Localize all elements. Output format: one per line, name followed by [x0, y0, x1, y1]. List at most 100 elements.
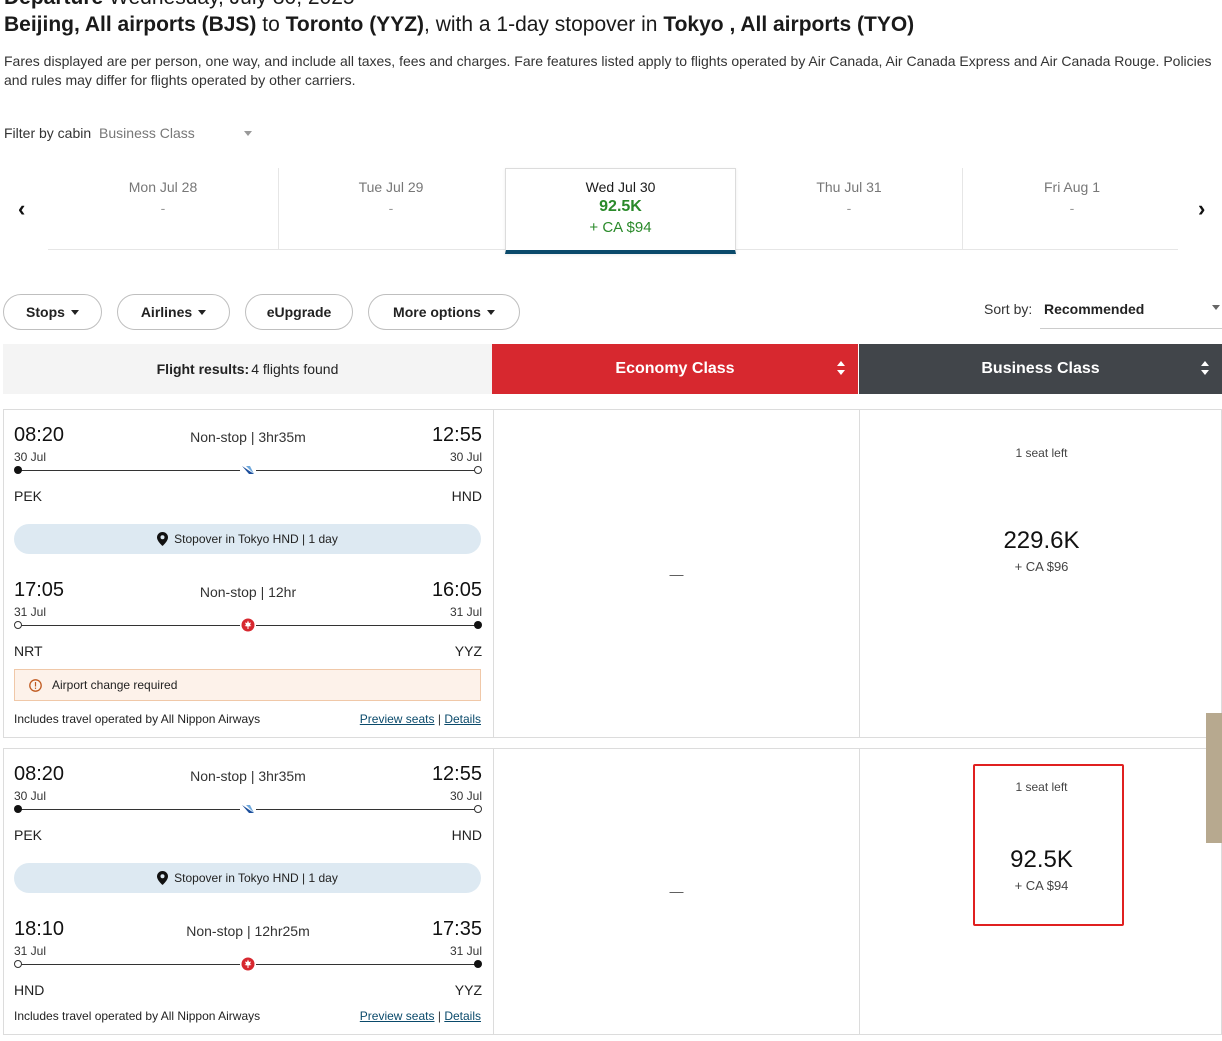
prev-date-chevron-icon[interactable]: ‹ [18, 196, 25, 222]
stopover-text: Stopover in Tokyo HND | 1 day [174, 871, 338, 885]
arrival-airport: HND [451, 488, 482, 504]
date-price: - [160, 200, 166, 216]
flight-segment: 17:05 Non-stop | 12hr 16:05 31 Jul 31 Ju… [14, 579, 482, 671]
business-class-header[interactable]: Business Class [859, 344, 1222, 394]
stops-label: Stops [26, 304, 65, 320]
business-label: Business Class [981, 360, 1100, 377]
alert-text: Airport change required [52, 678, 178, 692]
link-separator: | [437, 1009, 441, 1023]
stopover-text: Stopover in Tokyo HND | 1 day [174, 532, 338, 546]
economy-label: Economy Class [615, 360, 735, 377]
flight-card: 08:20 Non-stop | 3hr35m 12:55 30 Jul 30 … [3, 409, 1222, 738]
sort-arrows-icon[interactable] [1200, 361, 1210, 377]
preview-seats-link[interactable]: Preview seats [360, 1009, 435, 1023]
details-link[interactable]: Details [444, 712, 481, 726]
cabin-filter-select[interactable]: Business Class [99, 125, 259, 141]
sort-value: Recommended [1044, 301, 1145, 317]
arrival-date: 30 Jul [449, 789, 482, 803]
origin-dot [14, 805, 22, 813]
sort-arrows-icon[interactable] [836, 361, 846, 377]
operated-by-text: Includes travel operated by All Nippon A… [14, 712, 261, 726]
date-cell-wed-jul-30-selected[interactable]: Wed Jul 30 92.5K + CA $94 [505, 168, 736, 254]
cabin-filter: Filter by cabin Business Class [4, 125, 259, 141]
ana-logo-icon [240, 802, 256, 816]
chevron-down-icon [244, 131, 253, 136]
chevron-down-icon [1212, 305, 1220, 310]
stops-filter-button[interactable]: Stops [3, 294, 102, 330]
stopover-banner: Stopover in Tokyo HND | 1 day [14, 863, 481, 893]
business-fare-button[interactable]: 1 seat left 229.6K + CA $96 [860, 446, 1222, 574]
eupgrade-label: eUpgrade [266, 304, 332, 320]
maple-leaf-icon [240, 618, 256, 632]
location-pin-icon [157, 532, 169, 546]
flight-results-header: Flight results: 4 flights found [3, 344, 492, 394]
card-links: Preview seats | Details [360, 712, 481, 726]
arrival-time: 12:55 [431, 424, 482, 446]
departure-airport: HND [14, 982, 45, 998]
seats-left: 1 seat left [1015, 446, 1068, 460]
eupgrade-filter-button[interactable]: eUpgrade [245, 294, 353, 330]
airlines-filter-button[interactable]: Airlines [117, 294, 230, 330]
more-options-label: More options [393, 304, 481, 320]
highlight-box [973, 764, 1124, 926]
feedback-side-tab[interactable] [1206, 713, 1222, 843]
origin-dot [14, 621, 22, 629]
departure-airport: PEK [14, 488, 43, 504]
origin-dot [14, 960, 22, 968]
economy-class-header[interactable]: Economy Class [492, 344, 858, 394]
date-cash: + CA $94 [589, 219, 652, 236]
fare-disclaimer: Fares displayed are per person, one way,… [4, 53, 1212, 88]
airlines-label: Airlines [140, 304, 193, 320]
fare-cash: + CA $96 [1014, 559, 1069, 574]
economy-fare-empty: — [669, 883, 684, 899]
caret-down-icon [486, 309, 495, 315]
next-date-chevron-icon[interactable]: › [1198, 196, 1205, 222]
destination-dot [474, 621, 482, 629]
arrival-date: 31 Jul [449, 944, 482, 958]
stopover-banner: Stopover in Tokyo HND | 1 day [14, 524, 481, 554]
arrival-airport: YYZ [454, 982, 482, 998]
date-cell-fri-aug-1[interactable]: Fri Aug 1 - [957, 168, 1187, 250]
destination-dot [474, 960, 482, 968]
results-label: Flight results: [156, 361, 250, 377]
date-cell-thu-jul-31[interactable]: Thu Jul 31 - [734, 168, 964, 250]
cabin-filter-label: Filter by cabin [4, 125, 92, 141]
date-price: - [846, 200, 852, 216]
destination-dot [474, 466, 482, 474]
location-pin-icon [157, 871, 169, 885]
departure-airport: PEK [14, 827, 43, 843]
results-count: 4 flights found [251, 361, 339, 377]
flight-segment: 18:10 Non-stop | 12hr25m 17:35 31 Jul 31… [14, 918, 482, 1010]
arrival-date: 31 Jul [449, 605, 482, 619]
departure-date: 30 Jul [14, 789, 47, 803]
sort-select[interactable]: Recommended [1040, 293, 1222, 329]
arrival-date: 30 Jul [449, 450, 482, 464]
departure-date: 31 Jul [14, 944, 47, 958]
operated-by-text: Includes travel operated by All Nippon A… [14, 1009, 261, 1023]
card-links: Preview seats | Details [360, 1009, 481, 1023]
arrival-time: 17:35 [431, 918, 482, 940]
route-title: Beijing, All airports (BJS) to Toronto (… [4, 13, 915, 36]
date-cell-mon-jul-28[interactable]: Mon Jul 28 - [48, 168, 278, 250]
airport-change-alert: Airport change required [14, 669, 481, 701]
segment-duration: Non-stop | 3hr35m [190, 429, 306, 445]
preview-seats-link[interactable]: Preview seats [360, 712, 435, 726]
arrival-airport: HND [451, 827, 482, 843]
date-price: - [388, 200, 394, 216]
date-points: 92.5K [599, 198, 642, 215]
ana-logo-icon [240, 463, 256, 477]
economy-fare-empty: — [669, 566, 684, 582]
destination-dot [474, 805, 482, 813]
date-price: - [1069, 200, 1075, 216]
date-cell-tue-jul-29[interactable]: Tue Jul 29 - [276, 168, 506, 250]
date-label: Tue Jul 29 [358, 179, 424, 195]
date-label: Mon Jul 28 [128, 179, 198, 195]
link-separator: | [437, 712, 441, 726]
page-title-cut: Departure Wednesday, July 30, 2025 [4, 0, 355, 10]
details-link[interactable]: Details [444, 1009, 481, 1023]
segment-duration: Non-stop | 12hr25m [186, 923, 310, 939]
caret-down-icon [198, 309, 207, 315]
arrival-time: 12:55 [431, 763, 482, 785]
date-label: Fri Aug 1 [1043, 179, 1101, 195]
more-options-button[interactable]: More options [368, 294, 520, 330]
